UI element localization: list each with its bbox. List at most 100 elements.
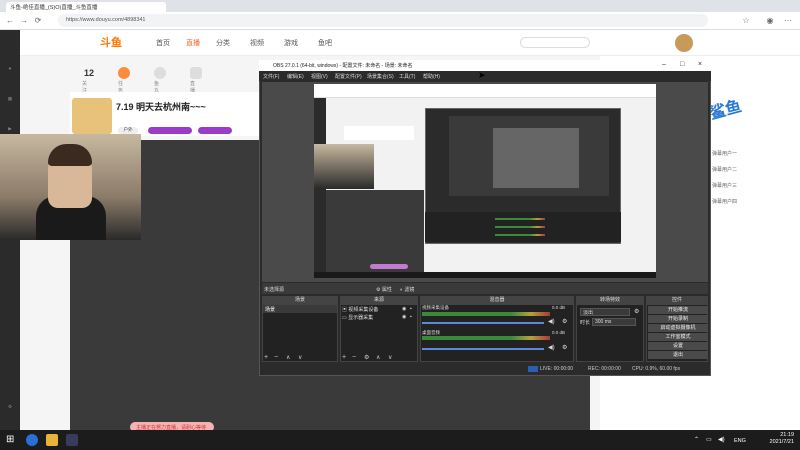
mixer-track-db: 0.0 dB [552, 305, 566, 310]
file-explorer-icon[interactable] [46, 434, 58, 446]
fishball-icon[interactable] [154, 67, 166, 79]
volume-icon[interactable]: ◀) [718, 436, 725, 443]
sidebar-follow-icon[interactable]: ♥ [3, 66, 17, 84]
user-avatar[interactable] [675, 34, 693, 52]
profile-icon[interactable]: ◉ [764, 15, 776, 27]
sidebar-settings-icon[interactable]: ⚙ [3, 404, 17, 422]
back-icon[interactable]: ← [4, 15, 16, 27]
mixer-track-name: 视频采集设备 [422, 305, 449, 310]
mixer-settings-icon[interactable]: ⚙ [562, 318, 567, 325]
scene-item[interactable]: 场景 [263, 305, 337, 313]
battery-icon[interactable]: ▭ [706, 436, 712, 443]
chat-line: 弹幕用户三 [712, 183, 738, 189]
live-indicator-icon [528, 366, 538, 372]
source-item-label: 显示器采集 [348, 315, 374, 321]
chat-line: 弹幕用户一 [712, 151, 738, 157]
menu-file[interactable]: 文件(F) [263, 73, 279, 80]
taskbar-clock[interactable]: 21:19 2021/7/21 [754, 432, 794, 446]
nav-game[interactable]: 游戏 [284, 38, 298, 48]
scene-down-icon[interactable]: ∨ [298, 354, 302, 361]
more-icon[interactable]: ⋯ [782, 15, 794, 27]
maximize-icon[interactable]: □ [680, 61, 684, 68]
site-top-nav: 斗鱼 首页 直播 分类 视频 游戏 鱼吧 [20, 30, 800, 56]
eye-icon[interactable]: ◉ [402, 314, 406, 320]
input-language[interactable]: ENG [734, 438, 746, 444]
nav-home[interactable]: 首页 [156, 38, 170, 48]
preview-nested-meter [495, 234, 545, 236]
url-input[interactable]: https://www.douyu.com/4898341 [58, 14, 708, 27]
network-icon[interactable]: ⌃ [694, 436, 699, 443]
transition-settings-icon[interactable]: ⚙ [634, 308, 639, 315]
sidebar-category-icon[interactable]: ▦ [3, 96, 17, 114]
forward-icon[interactable]: → [18, 15, 30, 27]
sources-panel-header: 来源 [340, 296, 418, 304]
scene-add-icon[interactable]: + [264, 354, 268, 361]
speaker-icon[interactable]: ◀) [548, 344, 555, 351]
start-streaming-button[interactable]: 开始推流 [648, 306, 708, 314]
controls-panel-header: 控件 [646, 296, 708, 304]
windows-start-icon[interactable]: ⊞ [6, 434, 14, 445]
nav-live[interactable]: 直播 [186, 38, 200, 48]
live-icon[interactable] [190, 67, 202, 79]
eye-icon[interactable]: ◉ [402, 306, 406, 312]
mixer-volume-slider[interactable] [422, 322, 544, 324]
source-up-icon[interactable]: ∧ [376, 354, 380, 361]
obs-status-bar: LIVE: 00:00:00 REC: 00:00:00 CPU: 0.9%, … [262, 364, 708, 374]
exit-button[interactable]: 退出 [648, 351, 708, 359]
start-virtual-camera-button[interactable]: 启动虚拟摄像机 [648, 324, 708, 332]
source-settings-icon[interactable]: ⚙ [364, 354, 369, 361]
settings-button[interactable]: 设置 [648, 342, 708, 350]
refresh-icon[interactable]: ⟳ [32, 15, 44, 27]
no-source-selected: 未选择源 [264, 287, 285, 293]
nav-video[interactable]: 视频 [250, 38, 264, 48]
chat-line: 弹幕用户四 [712, 199, 738, 205]
preview-nested-meter [495, 218, 545, 220]
close-icon[interactable]: × [698, 61, 702, 68]
scene-remove-icon[interactable]: − [274, 354, 278, 361]
speaker-icon[interactable]: ◀) [548, 318, 555, 325]
properties-label: 属性 [381, 287, 392, 293]
start-recording-button[interactable]: 开始录制 [648, 315, 708, 323]
source-down-icon[interactable]: ∨ [388, 354, 392, 361]
nav-category[interactable]: 分类 [216, 38, 230, 48]
menu-edit[interactable]: 编辑(E) [287, 73, 304, 80]
menu-view[interactable]: 视图(V) [311, 73, 328, 80]
edge-icon[interactable] [26, 434, 38, 446]
menu-scene-collection[interactable]: 场景集合(S) [367, 73, 394, 80]
mixer-volume-slider[interactable] [422, 348, 544, 350]
menu-help[interactable]: 帮助(H) [423, 73, 440, 80]
cpu-fps: CPU: 0.9%, 60.00 fps [632, 366, 681, 372]
source-add-icon[interactable]: + [342, 354, 346, 361]
obs-taskbar-icon[interactable] [66, 434, 78, 446]
source-item[interactable]: ▣ 视频采集设备 [342, 306, 378, 313]
transitions-panel-header: 转场特效 [576, 296, 644, 304]
filters-button[interactable]: ◐ 滤镜 [400, 286, 414, 293]
nav-fishbar[interactable]: 鱼吧 [318, 38, 332, 48]
site-search-input[interactable] [520, 37, 590, 48]
transition-duration-input[interactable]: 300 ms [592, 318, 636, 326]
room-badge[interactable] [148, 127, 192, 134]
browser-tab[interactable]: 斗鱼-绝佳直播_(S)O)直播_斗鱼直播 [6, 2, 166, 12]
room-tag[interactable]: 户外 [118, 127, 138, 134]
transition-select[interactable]: 淡出 [580, 308, 630, 316]
preview-nested-taskbar [314, 272, 656, 278]
minimize-icon[interactable]: – [662, 61, 666, 68]
mixer-track-db: 0.0 dB [552, 330, 566, 335]
room-thumbnail [72, 98, 112, 134]
properties-button[interactable]: ⚙ 属性 [376, 286, 392, 293]
studio-mode-button[interactable]: 工作室模式 [648, 333, 708, 341]
lock-icon[interactable]: ▪ [410, 306, 412, 312]
source-item[interactable]: ▭ 显示器采集 [342, 314, 373, 321]
scene-up-icon[interactable]: ∧ [286, 354, 290, 361]
source-item-label: 视频采集设备 [348, 307, 379, 313]
menu-tools[interactable]: 工具(T) [399, 73, 415, 80]
room-badge-2[interactable] [198, 127, 232, 134]
task-icon[interactable] [118, 67, 130, 79]
favorites-icon[interactable]: ☆ [740, 15, 752, 27]
menu-profile[interactable]: 配置文件(P) [335, 73, 362, 80]
lock-icon[interactable]: ▪ [410, 314, 412, 320]
clock-time: 21:19 [780, 432, 794, 438]
source-remove-icon[interactable]: − [352, 354, 356, 361]
mixer-settings-icon[interactable]: ⚙ [562, 344, 567, 351]
site-logo[interactable]: 斗鱼 [100, 34, 122, 50]
